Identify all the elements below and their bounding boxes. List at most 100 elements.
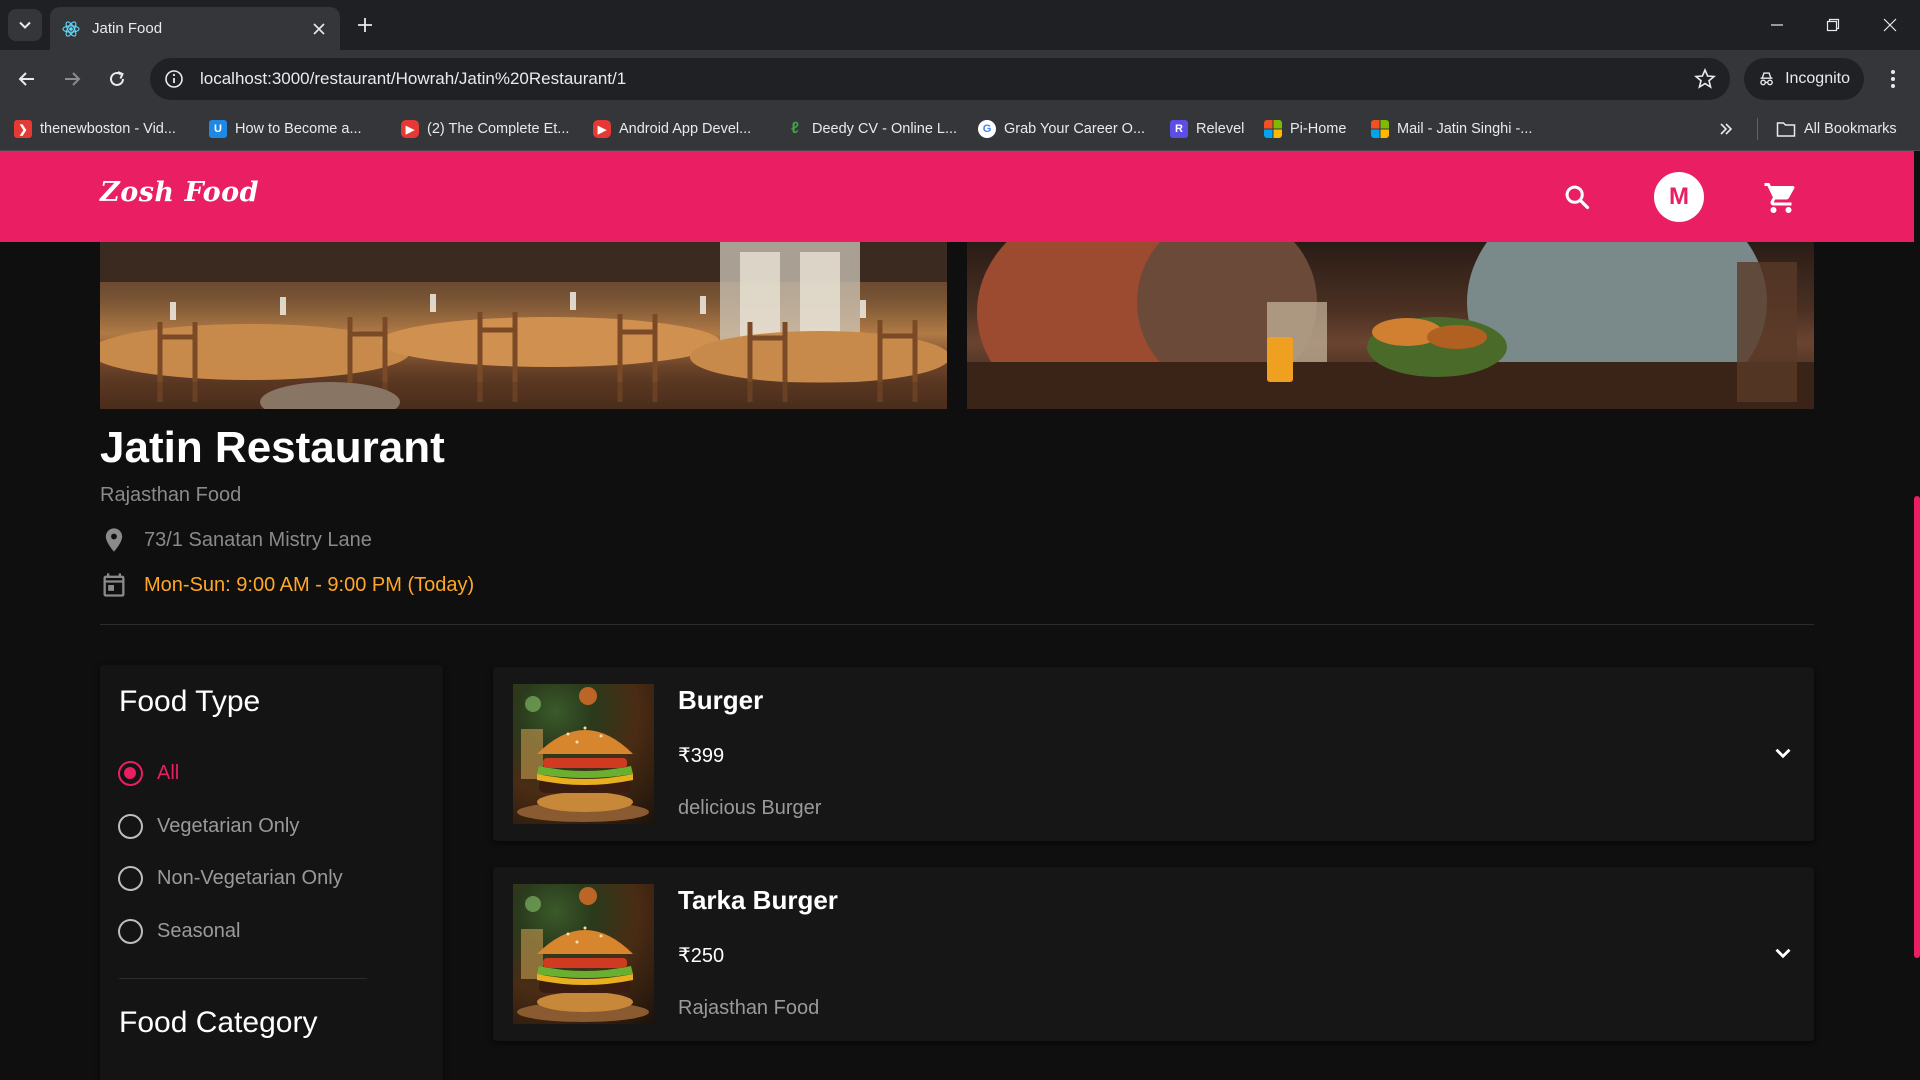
bookmark-label: (2) The Complete Et... (427, 121, 570, 137)
restaurant-name: Jatin Restaurant (100, 423, 445, 472)
browser-tab-active[interactable]: Jatin Food (50, 7, 340, 50)
site-info-icon[interactable] (164, 69, 184, 89)
restaurant-cuisine: Rajasthan Food (100, 484, 242, 506)
bookmark-label: How to Become a... (235, 121, 362, 137)
restore-button[interactable] (1813, 8, 1853, 42)
radio-label: Non-Vegetarian Only (157, 867, 343, 889)
page-scrollbar[interactable] (1914, 151, 1920, 1080)
youtube-icon: ▶ (401, 120, 419, 138)
food-category-heading: Food Category (119, 1006, 318, 1039)
bookmark-label: Android App Devel... (619, 121, 752, 137)
new-tab-button[interactable] (352, 12, 378, 38)
radio-all[interactable]: All (118, 761, 179, 786)
bookmark-label: Pi-Home (1290, 121, 1347, 137)
incognito-label: Incognito (1785, 70, 1850, 87)
scrollbar-thumb[interactable] (1914, 496, 1920, 958)
all-bookmarks-button[interactable]: All Bookmarks (1757, 118, 1897, 140)
restaurant-interior-illustration (100, 242, 947, 409)
bookmark-label: Deedy CV - Online L... (812, 121, 958, 137)
reload-icon (110, 71, 124, 86)
section-divider (100, 624, 1814, 625)
shield-icon: U (209, 120, 227, 138)
all-bookmarks-label: All Bookmarks (1804, 121, 1897, 137)
radio-label: Vegetarian Only (157, 815, 300, 837)
restaurant-address: 73/1 Sanatan Mistry Lane (144, 528, 372, 551)
close-window-button[interactable] (1870, 8, 1910, 42)
restaurant-interior-image (100, 242, 947, 409)
radio-seasonal[interactable]: Seasonal (118, 919, 240, 944)
restaurant-address-row: 73/1 Sanatan Mistry Lane (100, 526, 372, 554)
microsoft-icon (1264, 120, 1282, 138)
star-icon[interactable] (1694, 68, 1716, 90)
food-type-heading: Food Type (119, 685, 261, 718)
location-pin-icon (105, 528, 123, 552)
bookmark-item[interactable]: Pi-Home (1264, 118, 1346, 140)
expand-more-icon[interactable] (1770, 940, 1796, 966)
incognito-badge[interactable]: Incognito (1744, 58, 1864, 100)
burger-illustration (517, 687, 649, 822)
menu-item-card[interactable]: Burger ₹399 delicious Burger (493, 667, 1814, 841)
menu-item-price: ₹250 (678, 945, 725, 967)
chevron-down-icon (19, 21, 31, 29)
avatar[interactable]: M (1654, 172, 1704, 222)
reload-button[interactable] (102, 64, 132, 94)
filter-divider (119, 978, 367, 979)
arrow-right-icon (65, 72, 81, 86)
menu-item-name: Tarka Burger (678, 885, 838, 915)
restaurant-hours-row: Mon-Sun: 9:00 AM - 9:00 PM (Today) (100, 571, 474, 599)
bookmark-item[interactable]: R Relevel (1170, 118, 1244, 140)
radio-button[interactable] (118, 866, 143, 891)
radio-label: All (157, 762, 180, 784)
app-logo[interactable]: Zosh Food (100, 177, 259, 208)
radio-label: Seasonal (157, 920, 241, 942)
forward-button[interactable] (57, 64, 87, 94)
menu-item-description: Rajasthan Food (678, 997, 820, 1019)
search-icon[interactable] (1563, 183, 1591, 211)
bookmark-item[interactable]: ℓ Deedy CV - Online L... (786, 118, 957, 140)
menu-item-price: ₹399 (678, 745, 725, 767)
bookmark-label: Mail - Jatin Singhi -... (1397, 121, 1533, 137)
minimize-icon (1771, 24, 1783, 26)
bookmark-item[interactable]: Mail - Jatin Singhi -... (1371, 118, 1532, 140)
bookmark-item[interactable]: U How to Become a... (209, 118, 362, 140)
cart-icon[interactable] (1763, 180, 1799, 216)
bookmark-item[interactable]: ▶ Android App Devel... (593, 118, 751, 140)
react-icon (62, 20, 80, 37)
expand-more-icon[interactable] (1770, 740, 1796, 766)
radio-non-vegetarian-only[interactable]: Non-Vegetarian Only (118, 866, 343, 891)
menu-item-card[interactable]: Tarka Burger ₹250 Rajasthan Food (493, 867, 1814, 1041)
browser-menu-button[interactable] (1878, 64, 1908, 94)
bookmark-item[interactable]: G Grab Your Career O... (978, 118, 1145, 140)
address-bar[interactable]: localhost:3000/restaurant/Howrah/Jatin%2… (150, 58, 1730, 100)
more-vert-icon (1891, 70, 1895, 88)
thenewboston-icon: ❯ (14, 120, 32, 138)
more-bookmarks-button[interactable] (1718, 118, 1734, 140)
dining-people-illustration (967, 242, 1814, 409)
dining-people-image (967, 242, 1814, 409)
burger-image (513, 684, 654, 824)
folder-icon (1776, 122, 1796, 137)
tab-search-button[interactable] (8, 9, 42, 41)
browser-toolbar: localhost:3000/restaurant/Howrah/Jatin%2… (0, 50, 1920, 108)
browser-tab-bar: Jatin Food (0, 0, 1920, 50)
bookmark-label: Grab Your Career O... (1004, 121, 1146, 137)
radio-vegetarian-only[interactable]: Vegetarian Only (118, 814, 299, 839)
close-icon (313, 22, 325, 35)
incognito-icon (1760, 72, 1773, 86)
arrow-left-icon (18, 72, 34, 86)
radio-button[interactable] (118, 814, 143, 839)
bookmark-item[interactable]: ❯ thenewboston - Vid... (14, 118, 176, 140)
back-button[interactable] (12, 64, 42, 94)
radio-button-checked[interactable] (118, 761, 143, 786)
url-text: localhost:3000/restaurant/Howrah/Jatin%2… (200, 69, 627, 88)
chevron-double-right-icon (1720, 123, 1733, 135)
leaf-icon: ℓ (791, 120, 799, 137)
bookmark-label: Relevel (1196, 121, 1245, 137)
radio-button[interactable] (118, 919, 143, 944)
restaurant-hours: Mon-Sun: 9:00 AM - 9:00 PM (Today) (144, 573, 475, 596)
menu-item-name: Burger (678, 685, 764, 715)
close-icon (1883, 18, 1897, 32)
minimize-button[interactable] (1757, 8, 1797, 42)
tab-close-button[interactable] (310, 20, 328, 38)
bookmark-item[interactable]: ▶ (2) The Complete Et... (401, 118, 569, 140)
